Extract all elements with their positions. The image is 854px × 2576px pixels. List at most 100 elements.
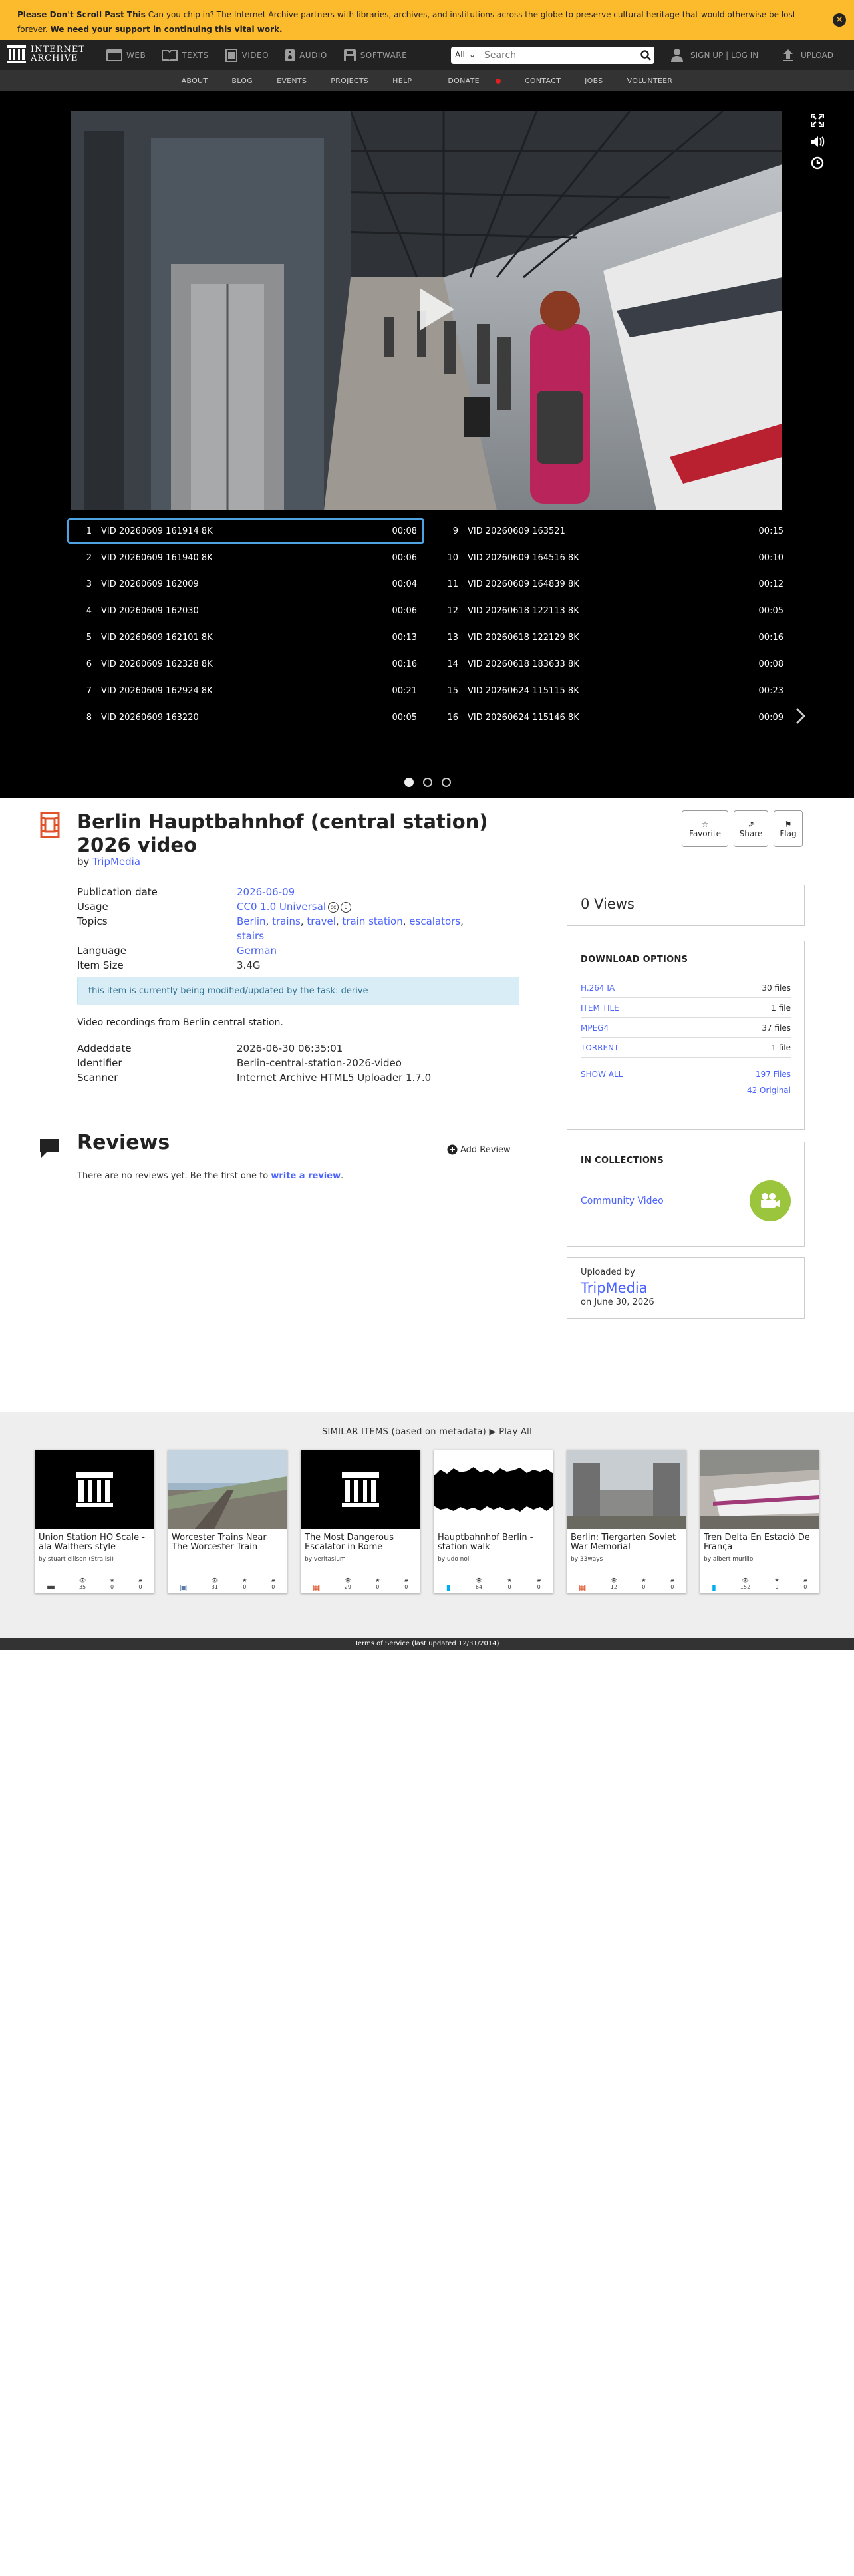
tab-texts[interactable]: TEXTS	[162, 40, 208, 70]
item-size: 3.4G	[237, 959, 261, 971]
volume-button[interactable]	[807, 131, 827, 152]
ia-logo[interactable]: INTERNET ARCHIVE	[7, 45, 85, 63]
playlist-item[interactable]: 1 VID 20260609 161914 8K 00:08	[67, 518, 424, 544]
waveform-image	[434, 1467, 553, 1512]
playlist-item[interactable]: 14 VID 20260618 183633 8K 00:08	[434, 652, 790, 676]
collection-thumbnail[interactable]	[750, 1180, 791, 1221]
similar-item-tile[interactable]: Tren Delta En Estació De França by alber…	[700, 1450, 819, 1593]
original-files-link[interactable]: 42 Original	[747, 1086, 791, 1095]
download-row: H.264 IA 30 files	[581, 978, 791, 998]
language-link[interactable]: German	[237, 945, 277, 957]
download-link[interactable]: H.264 IA	[581, 983, 615, 993]
nav-help[interactable]: HELP	[392, 77, 412, 85]
playlist-item[interactable]: 11 VID 20260609 164839 8K 00:12	[434, 572, 790, 596]
playlist-next-button[interactable]	[790, 706, 810, 726]
playlist-item[interactable]: 4 VID 20260609 162030 00:06	[68, 599, 424, 623]
eye-icon: 👁	[78, 1577, 86, 1583]
download-link[interactable]: MPEG4	[581, 1023, 609, 1033]
page-dot[interactable]	[404, 778, 414, 787]
eye-icon: 👁	[475, 1577, 482, 1583]
tab-web[interactable]: WEB	[106, 40, 146, 70]
nav-projects[interactable]: PROJECTS	[331, 77, 368, 85]
play-icon[interactable]	[410, 285, 458, 333]
uploader-link[interactable]: TripMedia	[581, 1280, 791, 1296]
item-thumbnail	[567, 1450, 686, 1530]
creator-link[interactable]: TripMedia	[92, 856, 140, 868]
archive-logo-icon	[76, 1472, 113, 1507]
nav-about[interactable]: ABOUT	[182, 77, 208, 85]
user-menu[interactable]: SIGN UP | LOG IN	[670, 40, 758, 70]
film-icon: ▦	[313, 1583, 321, 1592]
page-dot[interactable]	[442, 778, 451, 787]
search-input[interactable]	[480, 50, 637, 61]
favorite-button[interactable]: ☆ Favorite	[682, 810, 728, 847]
playlist-item[interactable]: 5 VID 20260609 162101 8K 00:13	[68, 625, 424, 649]
topic-link[interactable]: train station	[342, 915, 402, 927]
show-all-link[interactable]: SHOW ALL	[581, 1070, 623, 1079]
collection-link[interactable]: Community Video	[581, 1196, 664, 1206]
folder-icon: ▬	[46, 1582, 56, 1593]
flag-button[interactable]: ⚑ Flag	[774, 810, 803, 847]
topic-link[interactable]: escalators	[409, 915, 460, 927]
add-review-button[interactable]: Add Review	[447, 1144, 511, 1155]
play-all-button[interactable]: ▶ Play All	[490, 1427, 533, 1437]
banner-lead: Please Don't Scroll Past This	[17, 10, 146, 19]
playlist-item[interactable]: 16 VID 20260624 115146 8K 00:09	[434, 705, 790, 729]
playlist-item[interactable]: 15 VID 20260624 115115 8K 00:23	[434, 679, 790, 703]
upload-button[interactable]: UPLOAD	[782, 40, 833, 70]
playlist-item[interactable]: 12 VID 20260618 122113 8K 00:05	[434, 599, 790, 623]
playlist-item[interactable]: 9 VID 20260609 163521 00:15	[434, 519, 790, 543]
banner-close-button[interactable]: ✕	[833, 13, 846, 27]
topic-link[interactable]: travel	[307, 915, 336, 927]
nav-blog[interactable]: BLOG	[231, 77, 253, 85]
playlist-item[interactable]: 2 VID 20260609 161940 8K 00:06	[68, 546, 424, 569]
topic-link[interactable]: Berlin	[237, 915, 266, 927]
search-button[interactable]	[637, 47, 654, 64]
write-review-link[interactable]: write a review	[271, 1171, 341, 1181]
license-link[interactable]: CC0 1.0 Universal	[237, 901, 326, 913]
tab-audio[interactable]: AUDIO	[285, 40, 327, 70]
fullscreen-button[interactable]	[807, 110, 827, 131]
terms-of-service-link[interactable]: Terms of Service (last updated 12/31/201…	[0, 1638, 854, 1650]
nav-events[interactable]: EVENTS	[277, 77, 307, 85]
tab-software[interactable]: SOFTWARE	[343, 40, 407, 70]
video-player[interactable]	[71, 111, 782, 510]
uploader-box: Uploaded by TripMedia on June 30, 2026	[567, 1257, 805, 1319]
nav-donate[interactable]: DONATE	[436, 77, 501, 85]
tab-video[interactable]: VIDEO	[225, 40, 269, 70]
publication-date-link[interactable]: 2026-06-09	[237, 886, 295, 898]
search-scope-select[interactable]: All ⌄	[451, 47, 480, 64]
playlist-item[interactable]: 6 VID 20260609 162328 8K 00:16	[68, 652, 424, 676]
memorial-photo	[567, 1450, 686, 1530]
topic-link[interactable]: stairs	[237, 930, 264, 942]
similar-item-tile[interactable]: Worcester Trains Near The Worcester Trai…	[168, 1450, 287, 1593]
similar-item-tile[interactable]: Union Station HO Scale - ala Walthers st…	[35, 1450, 154, 1593]
playlist-item[interactable]: 7 VID 20260609 162924 8K 00:21	[68, 679, 424, 703]
nav-jobs[interactable]: JOBS	[585, 77, 603, 85]
comment-icon	[40, 1139, 59, 1158]
playlist-item[interactable]: 3 VID 20260609 162009 00:04	[68, 572, 424, 596]
share-button[interactable]: ⇗ Share	[734, 810, 768, 847]
play-icon: ▶	[489, 1427, 496, 1437]
similar-item-tile[interactable]: Berlin: Tiergarten Soviet War Memorial b…	[567, 1450, 686, 1593]
topic-link[interactable]: trains	[272, 915, 301, 927]
playlist-item[interactable]: 10 VID 20260609 164516 8K 00:10	[434, 546, 790, 569]
download-link[interactable]: ITEM TILE	[581, 1003, 619, 1013]
eye-icon: 👁	[211, 1577, 218, 1583]
similar-item-tile[interactable]: Hauptbahnhof Berlin - station walk by ud…	[434, 1450, 553, 1593]
star-icon: ★	[507, 1577, 512, 1583]
download-link[interactable]: TORRENT	[581, 1043, 619, 1052]
nav-volunteer[interactable]: VOLUNTEER	[627, 77, 673, 85]
nav-contact[interactable]: CONTACT	[525, 77, 561, 85]
film-icon: ▦	[579, 1583, 587, 1592]
playlist: 1 VID 20260609 161914 8K 00:08 9 VID 2026060…	[67, 518, 806, 732]
page-dot[interactable]	[423, 778, 432, 787]
similar-item-tile[interactable]: The Most Dangerous Escalator in Rome by …	[301, 1450, 420, 1593]
top-nav: INTERNET ARCHIVE WEB TEXTS VIDEO AUDIO SO…	[0, 40, 854, 70]
playlist-item[interactable]: 13 VID 20260618 122129 8K 00:16	[434, 625, 790, 649]
playlist-item[interactable]: 8 VID 20260609 163220 00:05	[68, 705, 424, 729]
item-thumbnail	[35, 1450, 154, 1530]
playback-speed-button[interactable]	[807, 152, 827, 174]
all-files-link[interactable]: 197 Files	[756, 1070, 791, 1079]
secondary-nav: ABOUT BLOG EVENTS PROJECTS HELP DONATE C…	[0, 70, 854, 91]
